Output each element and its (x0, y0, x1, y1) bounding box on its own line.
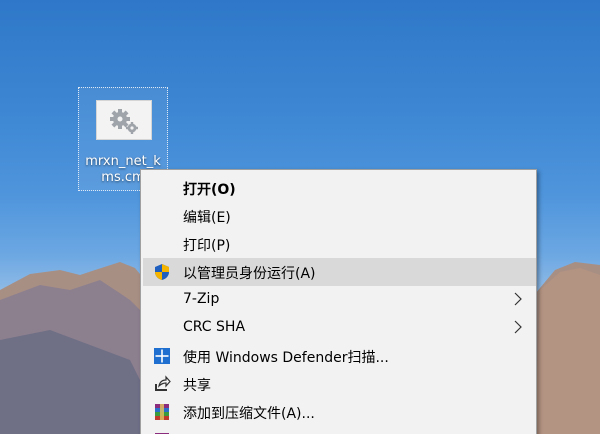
menu-item-add-to-archive[interactable]: 添加到压缩文件(A)... (143, 398, 536, 426)
menu-item-run-as-admin[interactable]: 以管理员身份运行(A) (143, 258, 536, 286)
menu-item-label: 打印(P) (183, 238, 231, 254)
chevron-right-icon (514, 320, 522, 334)
defender-shield-icon (153, 347, 171, 365)
menu-item-label: 以管理员身份运行(A) (183, 266, 316, 282)
menu-item-7zip[interactable]: 7-Zip (143, 286, 536, 314)
menu-item-print[interactable]: 打印(P) (143, 230, 536, 258)
menu-item-defender-scan[interactable]: 使用 Windows Defender扫描... (143, 342, 536, 370)
menu-item-label: 添加到压缩文件(A)... (183, 406, 315, 422)
share-icon (153, 375, 171, 393)
menu-item-open[interactable]: 打开(O) (143, 174, 536, 202)
menu-item-label: 打开(O) (183, 182, 236, 198)
gears-icon (96, 100, 152, 140)
menu-item-share[interactable]: 共享 (143, 370, 536, 398)
menu-item-label: 编辑(E) (183, 210, 231, 226)
menu-item-partial[interactable] (143, 426, 536, 434)
desktop-background: mrxn_net_kms.cm 打开(O) 编辑(E) 打印(P) 以管理员身份… (0, 0, 600, 434)
chevron-right-icon (514, 292, 522, 306)
menu-item-label: 共享 (183, 378, 211, 394)
menu-item-crc-sha[interactable]: CRC SHA (143, 314, 536, 342)
uac-shield-icon (153, 263, 171, 281)
winrar-archive-icon (153, 403, 171, 421)
menu-item-label: CRC SHA (183, 319, 246, 335)
menu-item-label: 使用 Windows Defender扫描... (183, 350, 389, 366)
menu-item-label: 7-Zip (183, 291, 220, 307)
menu-item-edit[interactable]: 编辑(E) (143, 202, 536, 230)
context-menu: 打开(O) 编辑(E) 打印(P) 以管理员身份运行(A) 7-Zip CRC … (140, 169, 537, 434)
